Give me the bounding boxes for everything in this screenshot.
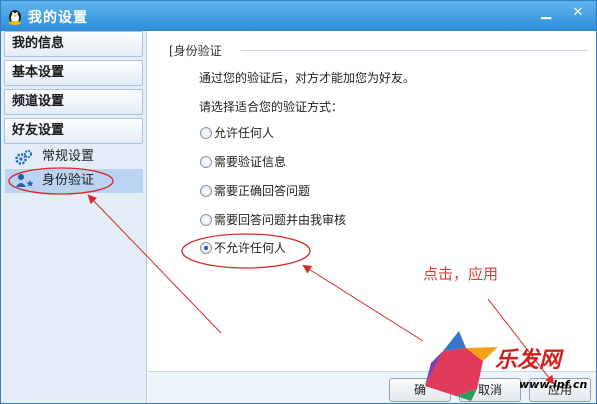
watermark-logo <box>425 331 498 401</box>
settings-window: 我的设置 ▁ ✕ 我的信息 基本设置 频道设置 好友设置 常规设置 身份验证 [… <box>0 0 597 404</box>
arrow-to-sidebar <box>87 194 222 334</box>
watermark-text: 乐发网 <box>495 348 562 373</box>
watermark-url: www.lpf.cn <box>519 378 588 391</box>
highlight-ellipse-sidebar <box>8 167 114 195</box>
highlight-ellipse-option <box>181 233 311 269</box>
arrow-to-option <box>302 264 424 342</box>
